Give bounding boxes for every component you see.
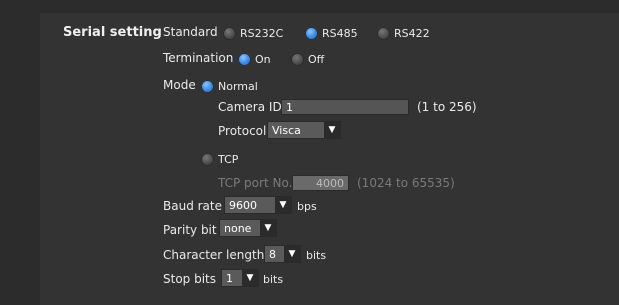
stop-bits-label: Stop bits	[163, 272, 217, 286]
section-title: Serial setting	[63, 25, 162, 40]
baud-rate-select-value: 9600	[229, 199, 257, 212]
camera-id-input[interactable]: 1	[281, 99, 409, 115]
mode-label: Mode	[163, 78, 196, 92]
stop-bits-select-value: 1	[226, 272, 233, 285]
settings-panel: Serial setting Standard RS232C RS485 RS4…	[0, 0, 619, 305]
chevron-down-icon: ▼	[242, 270, 258, 286]
chevron-down-icon: ▼	[275, 197, 291, 213]
radio-mode-tcp[interactable]	[201, 153, 214, 166]
baud-rate-label: Baud rate	[163, 199, 222, 213]
protocol-select[interactable]: Visca ▼	[267, 121, 341, 139]
radio-termination-off-label: Off	[308, 53, 325, 66]
radio-mode-normal[interactable]	[201, 80, 214, 93]
tcp-port-range: (1024 to 65535)	[357, 176, 455, 190]
radio-mode-normal-label: Normal	[218, 80, 258, 93]
protocol-select-value: Visca	[272, 124, 301, 137]
character-length-unit: bits	[306, 249, 327, 262]
parity-bit-label: Parity bit	[163, 223, 217, 237]
camera-id-range: (1 to 256)	[417, 100, 477, 114]
termination-label: Termination	[163, 51, 234, 65]
radio-termination-on-label: On	[255, 53, 271, 66]
camera-id-label: Camera ID	[218, 100, 282, 114]
baud-rate-select[interactable]: 9600 ▼	[224, 196, 292, 214]
radio-rs232c[interactable]	[223, 27, 236, 40]
radio-mode-tcp-label: TCP	[218, 153, 239, 166]
radio-termination-on[interactable]	[238, 53, 251, 66]
tcp-port-input[interactable]: 4000	[292, 175, 349, 191]
radio-termination-off[interactable]	[291, 53, 304, 66]
radio-rs485-label: RS485	[322, 27, 358, 40]
chevron-down-icon: ▼	[284, 246, 300, 262]
serial-setting-area	[40, 13, 619, 305]
character-length-select-value: 8	[269, 248, 276, 261]
radio-rs232c-label: RS232C	[240, 27, 284, 40]
chevron-down-icon: ▼	[324, 122, 340, 138]
character-length-label: Character length	[163, 248, 265, 262]
chevron-down-icon: ▼	[260, 220, 276, 236]
character-length-select[interactable]: 8 ▼	[264, 245, 301, 263]
baud-rate-unit: bps	[297, 200, 317, 213]
stop-bits-unit: bits	[263, 273, 284, 286]
protocol-label: Protocol	[218, 124, 267, 138]
parity-bit-select[interactable]: none ▼	[219, 219, 277, 237]
stop-bits-select[interactable]: 1 ▼	[221, 269, 259, 287]
standard-label: Standard	[163, 25, 218, 39]
radio-rs422-label: RS422	[394, 27, 430, 40]
radio-rs485[interactable]	[305, 27, 318, 40]
radio-rs422[interactable]	[377, 27, 390, 40]
parity-bit-select-value: none	[224, 222, 252, 235]
tcp-port-label: TCP port No.	[218, 176, 293, 190]
